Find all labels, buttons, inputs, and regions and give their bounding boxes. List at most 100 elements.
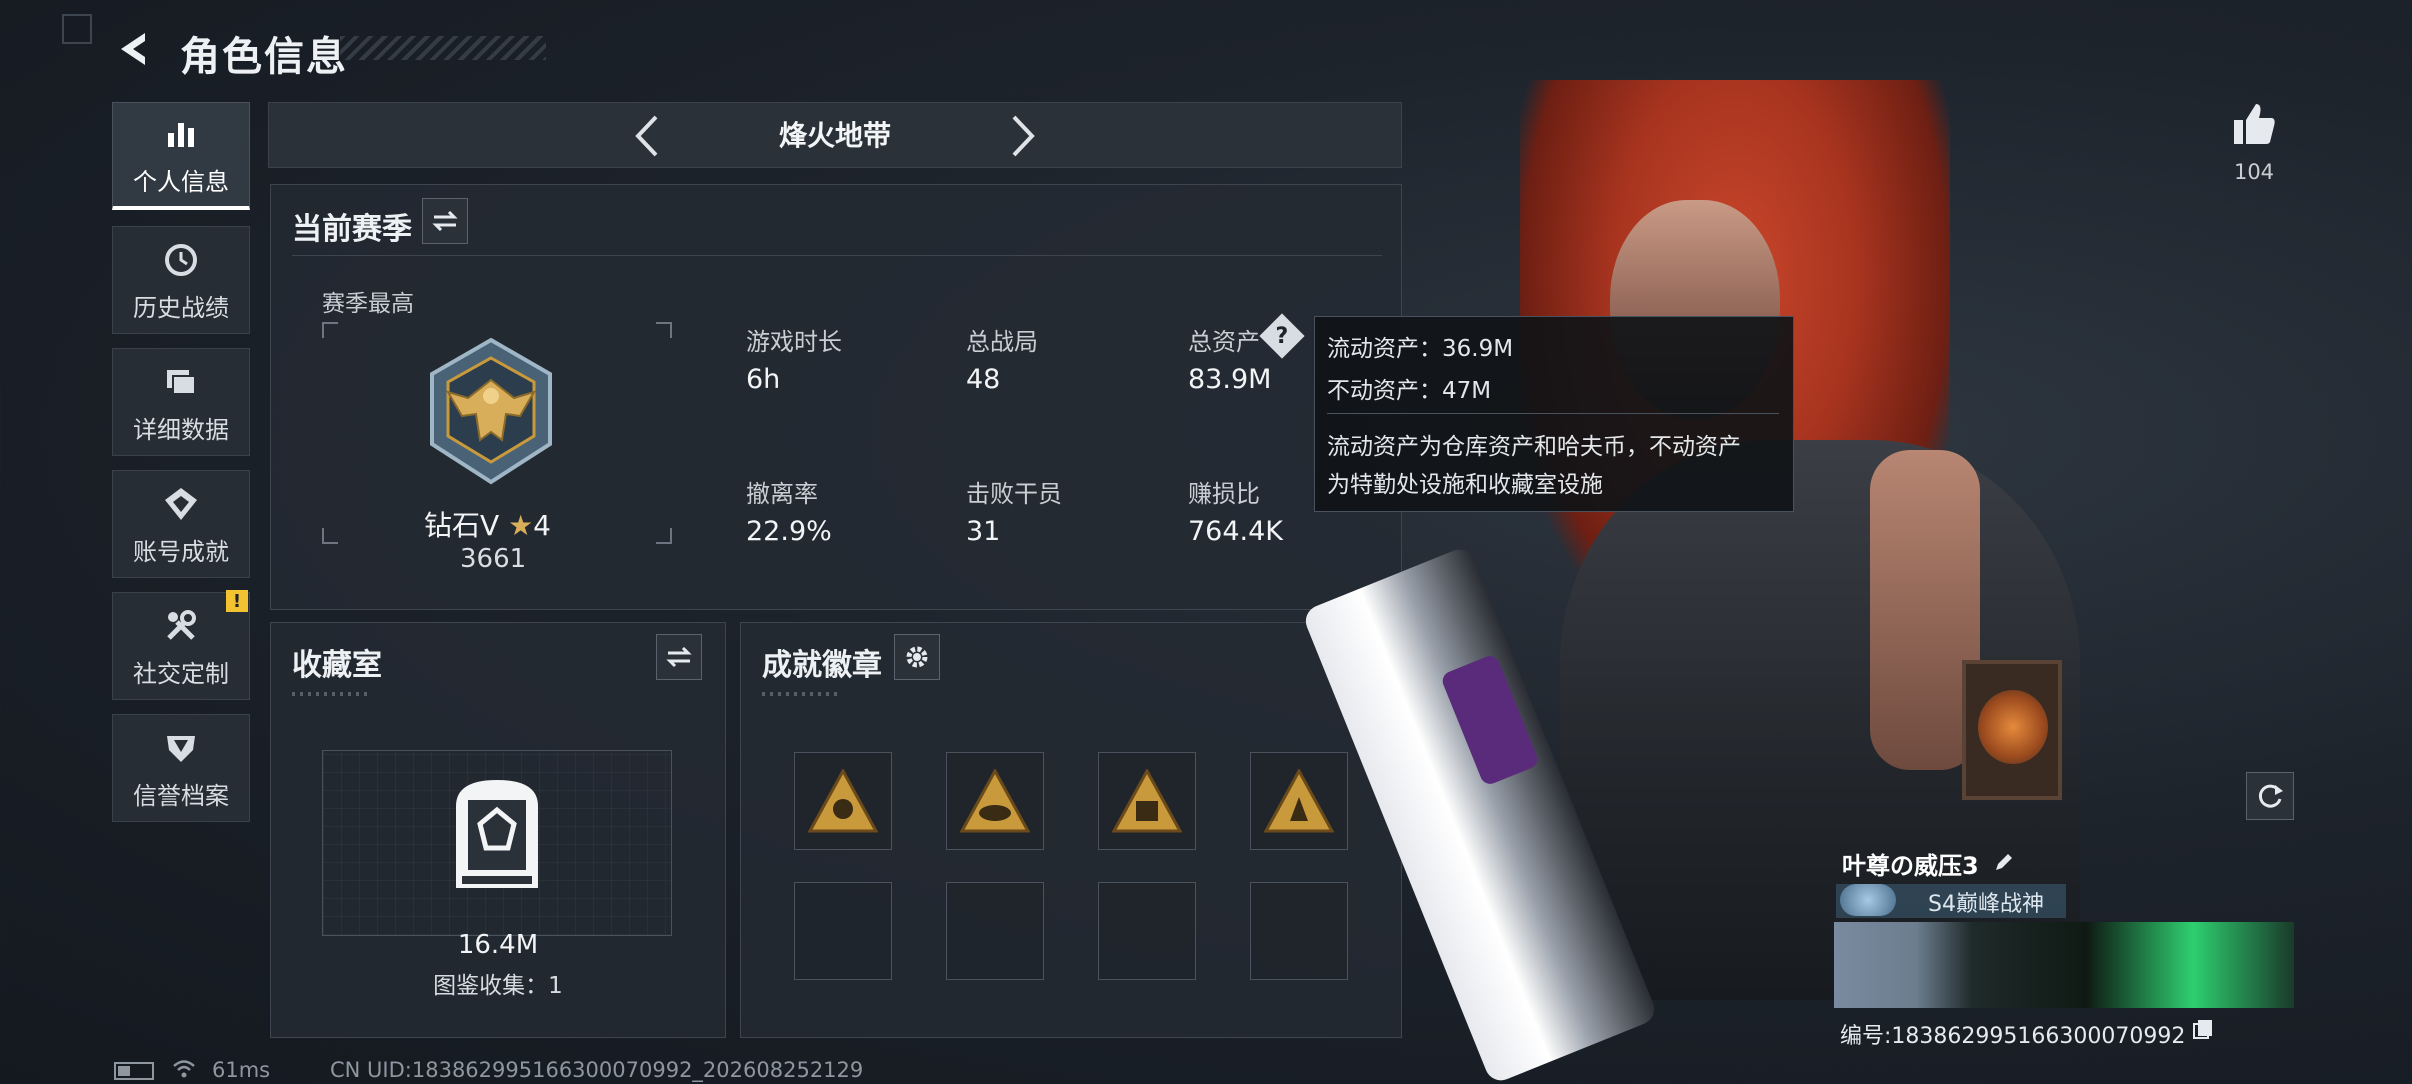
achievement-badge[interactable] — [1098, 752, 1196, 850]
achievement-badge[interactable] — [946, 752, 1044, 850]
sidebar-item-label: 账号成就 — [133, 537, 229, 566]
shield-icon — [159, 726, 203, 770]
ping-value: 61ms — [212, 1058, 271, 1082]
folder-icon — [159, 360, 203, 404]
rank-stars: 4 — [533, 509, 551, 542]
empty-badge-slot[interactable] — [946, 882, 1044, 980]
frame-corner — [322, 528, 338, 544]
character-patch-emblem — [1978, 690, 2048, 764]
collection-switch-button[interactable] — [656, 634, 702, 680]
sidebar-item-reputation[interactable]: 信誉档案 — [112, 714, 250, 822]
stat-value-playtime: 6h — [746, 364, 781, 395]
stat-label-extraction-rate: 撤离率 — [746, 480, 818, 508]
sidebar-item-account-achievements[interactable]: 账号成就 — [112, 470, 250, 578]
tooltip-divider — [1327, 413, 1779, 414]
badges-title: 成就徽章 — [762, 648, 882, 683]
collection-room-icon — [452, 776, 542, 892]
page-title: 角色信息 — [180, 34, 348, 80]
chevron-left-icon — [635, 115, 658, 157]
stat-label-operators-defeated: 击败干员 — [966, 480, 1062, 508]
like-button[interactable] — [2226, 96, 2282, 152]
collection-title: 收藏室 — [292, 648, 382, 683]
season-title: 当前赛季 — [292, 212, 412, 247]
divider — [292, 255, 1382, 256]
sidebar-item-detailed-data[interactable]: 详细数据 — [112, 348, 250, 456]
tooltip-desc-line2: 为特勤处设施和收藏室设施 — [1327, 472, 1603, 498]
rank-score: 3661 — [460, 544, 527, 574]
divider — [762, 692, 842, 696]
chevron-right-icon — [1012, 115, 1035, 157]
mode-name: 烽火地带 — [778, 119, 891, 152]
badge-emblem-icon — [1264, 769, 1334, 833]
frame-corner — [656, 528, 672, 544]
sidebar-item-history[interactable]: 历史战绩 — [112, 226, 250, 334]
corner-frame — [62, 14, 92, 44]
sidebar-item-personal-info[interactable]: 个人信息 — [112, 102, 250, 210]
badge-emblem-icon — [808, 769, 878, 833]
empty-badge-slot[interactable] — [794, 882, 892, 980]
stat-value-extraction-rate: 22.9% — [746, 516, 832, 547]
tools-icon — [159, 604, 203, 648]
season-switch-button[interactable] — [422, 198, 468, 244]
mode-prev-button[interactable] — [622, 110, 672, 162]
gear-icon — [906, 646, 928, 668]
refresh-button[interactable] — [2246, 772, 2294, 820]
rank-name: 钻石V ★4 — [424, 504, 551, 544]
frame-corner — [656, 322, 672, 338]
collection-sub: 图鉴收集：1 — [433, 973, 563, 999]
swap-icon — [666, 647, 692, 667]
season-highest-label: 赛季最高 — [322, 291, 414, 317]
rank-emblem — [416, 336, 566, 486]
status-uid: CN UID:183862995166300070992_20260825212… — [330, 1058, 864, 1082]
mode-next-button[interactable] — [998, 110, 1048, 162]
stat-label-profit-loss-ratio: 赚损比 — [1188, 480, 1260, 508]
achievement-badge[interactable] — [1250, 752, 1348, 850]
sidebar-item-label: 信誉档案 — [133, 781, 229, 810]
edit-name-button[interactable] — [1990, 848, 2018, 876]
badge-emblem-icon — [960, 769, 1030, 833]
battery-level — [118, 1066, 130, 1076]
collection-value: 16.4M — [457, 930, 539, 960]
copy-icon[interactable] — [2190, 1016, 2216, 1042]
achievement-icon — [159, 482, 203, 526]
like-count: 104 — [2233, 160, 2275, 184]
history-clock-icon — [159, 238, 203, 282]
star-icon: ★ — [508, 509, 534, 542]
stat-value-total-assets: 83.9M — [1188, 364, 1272, 395]
wifi-icon — [172, 1058, 196, 1080]
stat-value-matches: 48 — [966, 364, 1001, 395]
stat-value-operators-defeated: 31 — [966, 516, 1001, 547]
empty-badge-slot[interactable] — [1250, 882, 1348, 980]
sidebar-item-label: 社交定制 — [133, 659, 229, 688]
thumbs-up-icon — [2234, 104, 2275, 144]
stat-label-total-assets: 总资产 — [1188, 328, 1260, 356]
badges-settings-button[interactable] — [894, 634, 940, 680]
sidebar-item-label: 历史战绩 — [133, 293, 229, 322]
achievement-badge[interactable] — [794, 752, 892, 850]
badge-emblem-icon — [1112, 769, 1182, 833]
divider — [292, 692, 372, 696]
tooltip-fixed-assets: 不动资产：47M — [1327, 378, 1492, 404]
back-arrow-icon — [121, 33, 145, 65]
assets-tooltip: 流动资产：36.9M 不动资产：47M 流动资产为仓库资产和哈夫币，不动资产 为… — [1314, 316, 1794, 512]
tooltip-liquid-assets: 流动资产：36.9M — [1327, 336, 1514, 362]
stat-label-matches: 总战局 — [966, 328, 1038, 356]
player-title: S4巅峰战神 — [1928, 892, 2044, 917]
stat-value-profit-loss-ratio: 764.4K — [1188, 516, 1284, 547]
refresh-icon — [2258, 784, 2283, 808]
player-id: 编号:183862995166300070992 — [1840, 1024, 2186, 1049]
back-button[interactable] — [112, 26, 158, 72]
title-emblem-icon — [1840, 884, 1896, 916]
tooltip-desc-line1: 流动资产为仓库资产和哈夫币，不动资产 — [1327, 434, 1741, 460]
help-icon-glyph: ? — [1275, 323, 1289, 349]
title-decoration — [340, 36, 546, 60]
notification-badge: ! — [226, 590, 248, 612]
player-banner[interactable] — [1834, 922, 2294, 1008]
bar-chart-icon — [159, 112, 203, 156]
empty-badge-slot[interactable] — [1098, 882, 1196, 980]
pencil-icon — [1996, 854, 2012, 870]
stat-label-playtime: 游戏时长 — [746, 328, 842, 356]
frame-corner — [322, 322, 338, 338]
sidebar-item-label: 详细数据 — [133, 415, 229, 444]
rank-name-text: 钻石V — [424, 509, 500, 542]
